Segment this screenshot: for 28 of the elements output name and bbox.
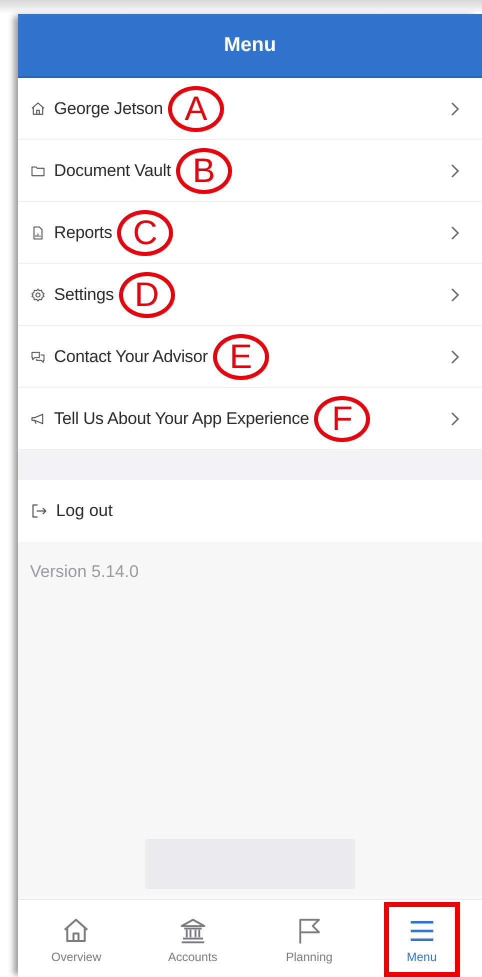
- menu-row[interactable]: Tell Us About Your App Experience F: [18, 388, 482, 450]
- settings-icon: [30, 286, 46, 302]
- chevron-icon: [450, 224, 460, 240]
- callout-marker: C: [117, 210, 174, 256]
- callout-marker: A: [168, 86, 224, 132]
- tab-item[interactable]: Menu: [384, 902, 460, 977]
- version-text: Version 5.14.0: [29, 561, 140, 582]
- tab-item[interactable]: Overview: [34, 902, 118, 977]
- callout-marker: F: [314, 396, 370, 442]
- callout-marker: D: [118, 272, 175, 318]
- house-icon: [30, 100, 46, 116]
- menu-row[interactable]: Contact Your Advisor E: [18, 326, 482, 388]
- chevron-icon: [450, 410, 460, 426]
- tab-item[interactable]: Planning: [267, 902, 352, 977]
- logout-icon: [30, 502, 48, 520]
- header-title: Menu: [224, 34, 276, 56]
- callout-marker: B: [176, 148, 232, 194]
- chevron-icon: [450, 100, 460, 116]
- chevron-icon: [450, 348, 460, 364]
- logout-item[interactable]: Log out: [18, 480, 482, 542]
- menu-row[interactable]: Reports C: [18, 202, 482, 264]
- menu-row[interactable]: Settings D: [18, 264, 482, 326]
- chevron-icon: [450, 162, 460, 178]
- callout-marker: E: [212, 334, 269, 380]
- chevron-icon: [450, 286, 460, 302]
- menu-row[interactable]: George Jetson A: [18, 78, 482, 140]
- tab-item[interactable]: Accounts: [150, 902, 235, 977]
- menu-row[interactable]: Document Vault B: [18, 140, 482, 202]
